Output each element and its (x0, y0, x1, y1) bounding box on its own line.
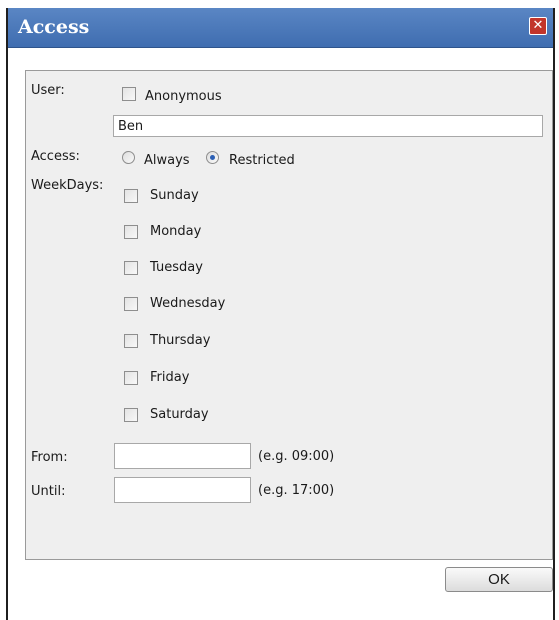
friday-label: Friday (150, 370, 190, 385)
form-panel: User: Anonymous Access: Always Restricte… (25, 70, 553, 560)
close-icon[interactable]: ✕ (529, 17, 547, 35)
thursday-label: Thursday (150, 333, 211, 348)
title-bar[interactable]: Access ✕ (8, 8, 553, 48)
wednesday-checkbox[interactable] (124, 297, 138, 311)
monday-label: Monday (150, 224, 202, 239)
until-input[interactable] (114, 477, 251, 503)
sunday-checkbox[interactable] (124, 189, 138, 203)
anonymous-checkbox[interactable] (122, 87, 136, 101)
wednesday-label: Wednesday (150, 296, 226, 311)
access-always-label: Always (144, 153, 190, 168)
weekdays-label: WeekDays: (31, 178, 104, 193)
anonymous-label: Anonymous (145, 89, 222, 104)
friday-checkbox[interactable] (124, 371, 138, 385)
access-restricted-label: Restricted (229, 153, 295, 168)
user-label: User: (31, 83, 65, 98)
access-label: Access: (31, 149, 80, 164)
from-input[interactable] (114, 443, 251, 469)
access-always-radio[interactable] (122, 151, 135, 164)
user-input[interactable] (113, 115, 543, 137)
ok-button[interactable]: OK (445, 567, 553, 592)
tuesday-label: Tuesday (150, 260, 203, 275)
thursday-checkbox[interactable] (124, 334, 138, 348)
tuesday-checkbox[interactable] (124, 261, 138, 275)
from-label: From: (31, 450, 68, 465)
saturday-label: Saturday (150, 407, 209, 422)
sunday-label: Sunday (150, 188, 199, 203)
from-hint: (e.g. 09:00) (258, 449, 335, 464)
access-restricted-radio[interactable] (206, 151, 219, 164)
until-hint: (e.g. 17:00) (258, 483, 335, 498)
until-label: Until: (31, 484, 66, 499)
dialog-title: Access (18, 16, 90, 38)
access-dialog: Access ✕ User: Anonymous Access: Always … (6, 8, 555, 620)
saturday-checkbox[interactable] (124, 408, 138, 422)
monday-checkbox[interactable] (124, 225, 138, 239)
